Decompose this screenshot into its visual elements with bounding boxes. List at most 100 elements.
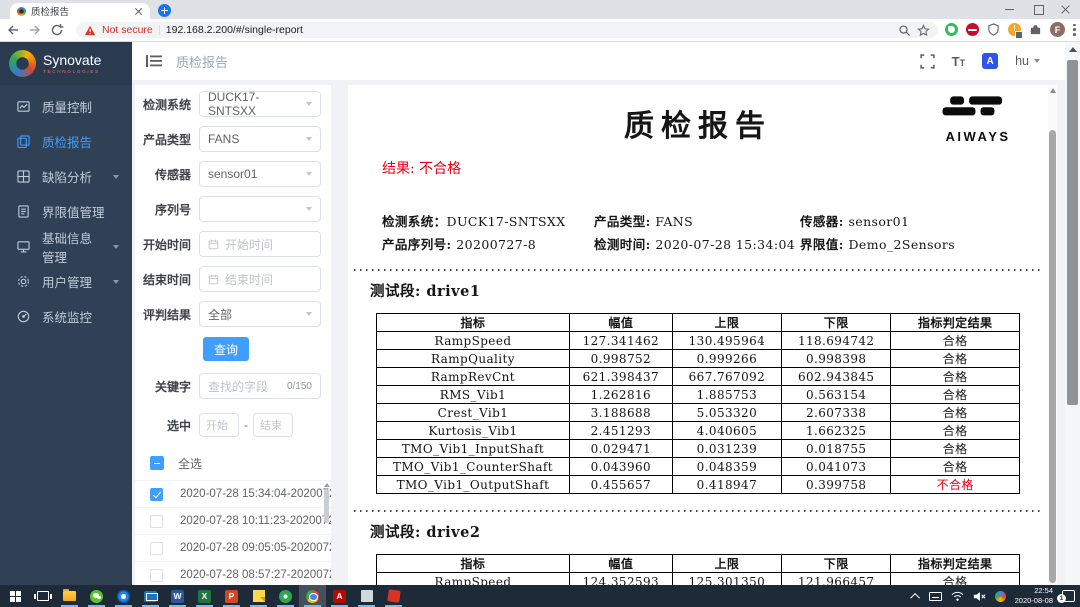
user-menu[interactable]: hu xyxy=(1015,54,1040,68)
minimize-button[interactable] xyxy=(996,0,1024,19)
browser-tab[interactable]: 质检报告 xyxy=(10,3,150,19)
language-switch-icon[interactable]: A xyxy=(982,53,998,69)
new-tab-button[interactable] xyxy=(158,4,171,17)
fullscreen-icon[interactable] xyxy=(920,54,935,69)
address-bar[interactable]: Not secure 192.168.2.200/#/single-report xyxy=(76,22,938,38)
taskbar-app-sticky-notes[interactable] xyxy=(245,585,272,607)
taskbar-clock[interactable]: 22:54 2020-08-08 xyxy=(1015,586,1053,606)
judgment-result-select[interactable]: 全部 xyxy=(199,301,321,327)
record-list-item[interactable]: 2020-07-28 09:05:05-20200727-6 xyxy=(135,535,331,562)
product-type-select[interactable]: FANS xyxy=(199,126,321,152)
tray-expand-icon[interactable] xyxy=(910,592,920,602)
taskbar-app-browser-blue[interactable] xyxy=(110,585,137,607)
keyboard-tray-icon[interactable] xyxy=(929,592,942,601)
table-header-cell: 指标 xyxy=(377,555,570,573)
record-list-scrollbar[interactable] xyxy=(323,483,330,579)
table-cell: 0.455657 xyxy=(569,476,672,494)
browser-menu-icon[interactable] xyxy=(1073,23,1077,37)
shield-extension-icon[interactable] xyxy=(987,23,1000,36)
taskbar-app-wechat[interactable] xyxy=(83,585,110,607)
select-all-checkbox[interactable] xyxy=(150,456,164,470)
start-time-input[interactable]: 开始时间 xyxy=(199,231,321,257)
record-list-item[interactable]: 2020-07-28 10:11:23-20200727-7 xyxy=(135,508,331,535)
table-cell: 621.398437 xyxy=(569,368,672,386)
taskbar-app-mail[interactable] xyxy=(137,585,164,607)
sidebar-item-limit-management[interactable]: 界限值管理 xyxy=(0,194,132,229)
record-checkbox[interactable] xyxy=(150,569,163,582)
range-row: 选中 开始 - 结束 xyxy=(141,413,321,437)
table-cell: 合格 xyxy=(891,440,1020,458)
taskbar-app-acrobat[interactable]: A xyxy=(326,585,353,607)
forward-icon[interactable] xyxy=(28,23,42,37)
notification-center-icon[interactable]: 1 xyxy=(1062,590,1075,602)
record-checkbox[interactable] xyxy=(150,488,163,501)
table-cell: 0.998752 xyxy=(569,350,672,368)
record-checkbox[interactable] xyxy=(150,542,163,555)
workspace: 检测系统DUCK17-SNTSXX产品类型FANS传感器sensor01序列号开… xyxy=(132,80,1080,585)
filter-row: 开始时间开始时间 xyxy=(141,231,321,257)
table-cell: 125.301350 xyxy=(672,573,781,586)
detection-system-select[interactable]: DUCK17-SNTSXX xyxy=(199,91,321,117)
back-icon[interactable] xyxy=(6,23,20,37)
taskbar-app-word[interactable]: W xyxy=(164,585,191,607)
collapse-menu-icon[interactable] xyxy=(146,54,162,68)
sidebar-item-quality-control[interactable]: 质量控制 xyxy=(0,89,132,124)
report-meta: 检测系统：DUCK17-SNTSXX产品类型: FANS传感器: sensor0… xyxy=(382,211,1018,253)
table-cell: RampSpeed xyxy=(377,573,570,586)
page-scrollbar[interactable] xyxy=(1065,42,1080,585)
section-title: 测试段: drive1 xyxy=(370,280,1048,301)
serial-number-select[interactable] xyxy=(199,196,321,222)
sidebar-item-system-monitor[interactable]: 系统监控 xyxy=(0,299,132,334)
chevron-down-icon xyxy=(1034,59,1040,63)
profile-avatar[interactable]: F xyxy=(1050,22,1065,37)
filter-row: 评判结果全部 xyxy=(141,301,321,327)
taskbar-app-excel[interactable]: X xyxy=(191,585,218,607)
close-button[interactable] xyxy=(1052,0,1080,19)
record-label: 2020-07-28 15:34:04-20200727-8 xyxy=(180,488,331,500)
table-cell: 合格 xyxy=(891,422,1020,440)
end-time-input[interactable]: 结束时间 xyxy=(199,266,321,292)
maximize-button[interactable] xyxy=(1024,0,1052,19)
defect-analysis-icon xyxy=(17,170,30,183)
volume-muted-icon[interactable] xyxy=(973,591,986,602)
calendar-icon xyxy=(208,239,219,250)
zoom-icon[interactable] xyxy=(898,24,911,37)
extensions-puzzle-icon[interactable] xyxy=(1029,23,1042,36)
record-list-item[interactable]: 2020-07-28 15:34:04-20200727-8 xyxy=(135,481,331,508)
record-list-item[interactable]: 2020-07-28 08:57:27-20200727-5 xyxy=(135,562,331,585)
sidebar-item-inspection-report[interactable]: 质检报告 xyxy=(0,124,132,159)
taskbar-app-red-app[interactable] xyxy=(380,585,407,607)
meta-item: 产品序列号: 20200727-8 xyxy=(382,234,594,253)
evernote-extension-icon[interactable] xyxy=(945,23,958,36)
taskbar-app-file-explorer[interactable] xyxy=(56,585,83,607)
sidebar-item-label: 质量控制 xyxy=(42,97,92,116)
sidebar-item-user-management[interactable]: 用户管理 xyxy=(0,264,132,299)
tray-app-icon[interactable] xyxy=(995,591,1006,602)
taskbar-app-notes-gray[interactable] xyxy=(353,585,380,607)
taskbar-app-chrome[interactable] xyxy=(299,585,326,607)
content-scrollbar[interactable] xyxy=(1048,85,1057,585)
taskbar-app-powerpoint[interactable]: P xyxy=(218,585,245,607)
taskbar-app-green-app[interactable] xyxy=(272,585,299,607)
range-start-input[interactable]: 开始 xyxy=(199,413,239,437)
network-icon[interactable] xyxy=(951,591,964,601)
record-label: 2020-07-28 09:05:05-20200727-6 xyxy=(180,542,331,554)
tab-close-icon[interactable] xyxy=(134,7,143,16)
task-view-button[interactable] xyxy=(29,585,56,607)
adblock-extension-icon[interactable] xyxy=(966,23,979,36)
sensor-select[interactable]: sensor01 xyxy=(199,161,321,187)
start-button[interactable] xyxy=(2,585,29,607)
bookmark-star-icon[interactable] xyxy=(917,24,930,37)
system-tray: 22:54 2020-08-08 1 xyxy=(913,586,1080,606)
site-favicon-icon xyxy=(17,7,26,16)
query-button[interactable]: 查询 xyxy=(203,337,249,361)
font-size-icon[interactable]: TT xyxy=(952,55,965,68)
range-end-input[interactable]: 结束 xyxy=(253,413,293,437)
sidebar-item-base-info-management[interactable]: 基础信息管理 xyxy=(0,229,132,264)
keyword-input[interactable]: 查找的字段 0/150 xyxy=(199,373,321,399)
record-checkbox[interactable] xyxy=(150,515,163,528)
reload-icon[interactable] xyxy=(50,23,64,37)
sidebar-item-defect-analysis[interactable]: 缺陷分析 xyxy=(0,159,132,194)
table-cell: TMO_Vib1_CounterShaft xyxy=(377,458,570,476)
alert-extension-icon[interactable] xyxy=(1008,23,1021,36)
